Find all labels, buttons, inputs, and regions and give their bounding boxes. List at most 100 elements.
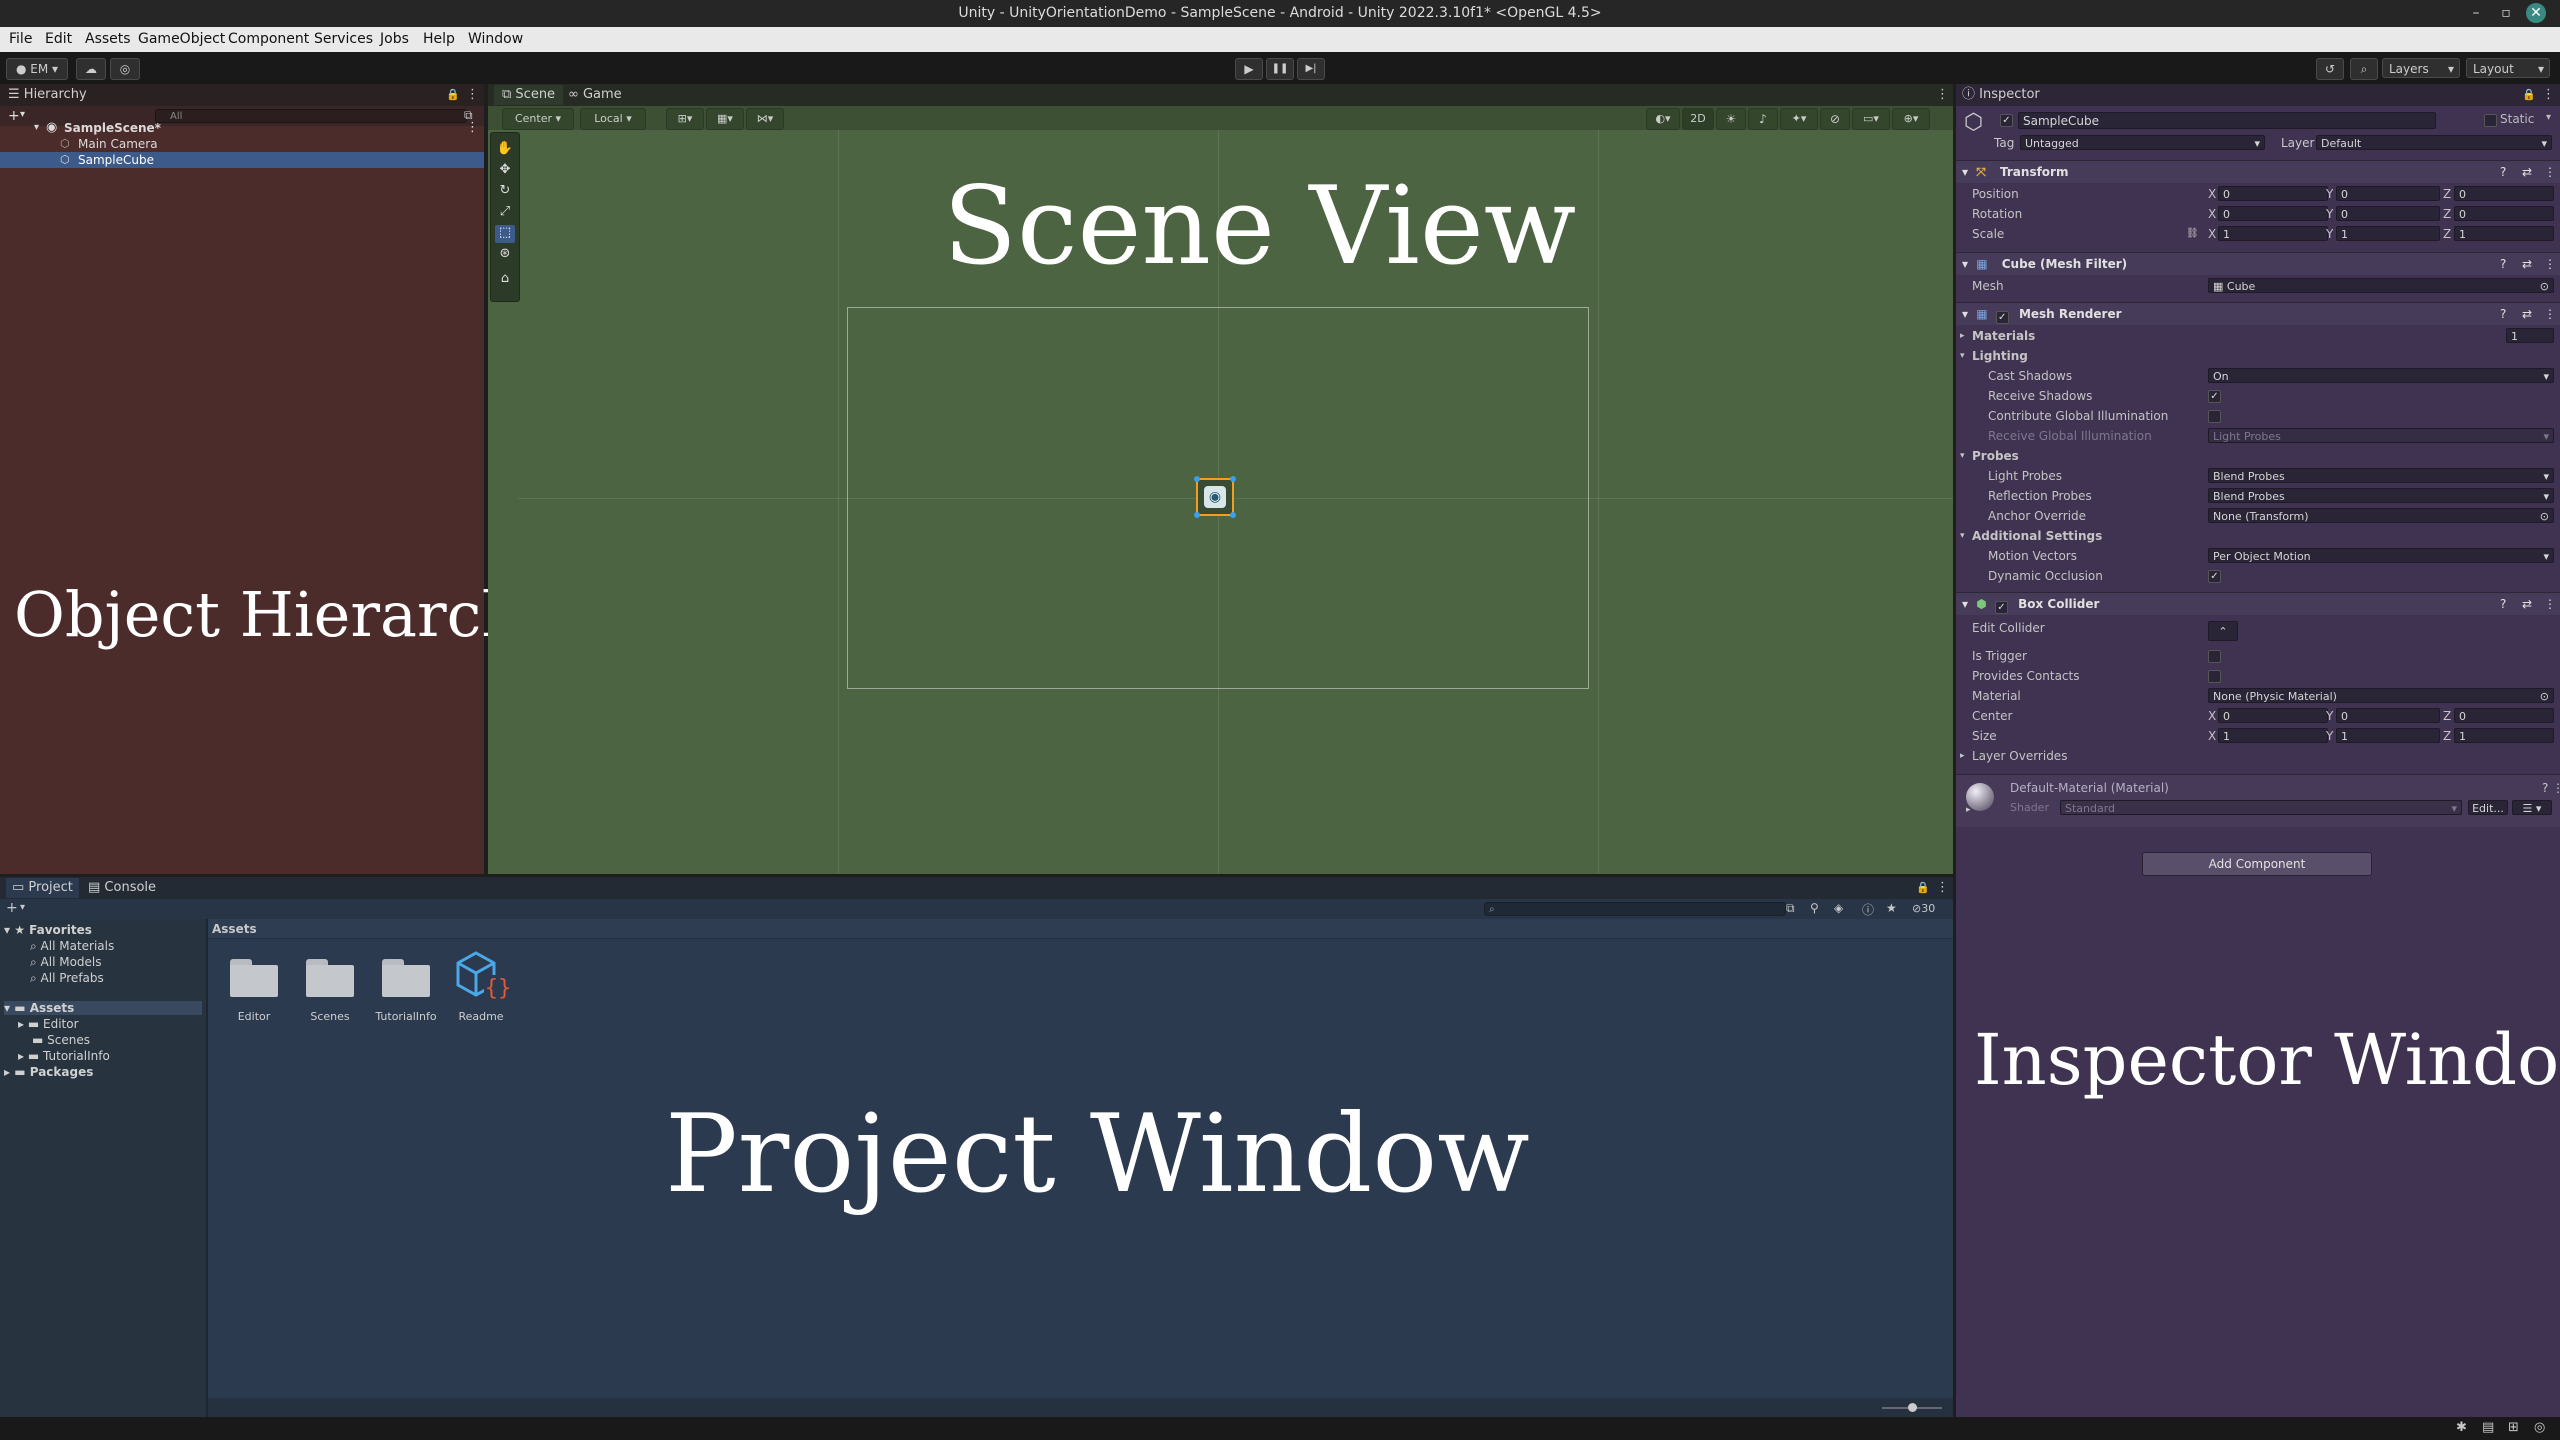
- camera-settings-icon[interactable]: ▭▾: [1852, 108, 1890, 130]
- tab-console[interactable]: ▤ Console: [88, 878, 156, 898]
- tag-dropdown[interactable]: Untagged ▾: [2020, 135, 2265, 150]
- add-component-button[interactable]: Add Component: [2142, 852, 2372, 876]
- component-menu-icon[interactable]: ⋮: [2552, 781, 2560, 795]
- rect-tool-icon[interactable]: ⬚: [495, 225, 515, 243]
- close-button[interactable]: ✕: [2526, 3, 2546, 23]
- account-button[interactable]: ● EM ▾: [6, 58, 68, 80]
- anchor-override-field[interactable]: None (Transform) ⊙: [2208, 508, 2554, 523]
- rect-handle[interactable]: [1230, 476, 1236, 482]
- box-collider-enabled-checkbox[interactable]: ✓: [1994, 601, 2008, 614]
- menu-component[interactable]: Component: [228, 31, 309, 47]
- scene-menu-icon[interactable]: ⋮: [466, 120, 479, 136]
- folder-icon[interactable]: [382, 955, 430, 997]
- mesh-field[interactable]: ▦ Cube ⊙: [2208, 278, 2554, 293]
- scale-x-field[interactable]: 1: [2218, 226, 2328, 241]
- kebab-menu-icon[interactable]: ⋮: [2542, 85, 2555, 105]
- component-menu-icon[interactable]: ⋮: [2544, 593, 2556, 615]
- minimize-button[interactable]: –: [2466, 3, 2486, 23]
- chevron-down-icon[interactable]: ▾: [2546, 112, 2551, 123]
- bug-icon[interactable]: ✱: [2456, 1420, 2467, 1435]
- toggle-2d-button[interactable]: 2D: [1682, 108, 1714, 130]
- shader-list-icon[interactable]: ☰ ▾: [2512, 800, 2552, 815]
- is-trigger-checkbox[interactable]: [2208, 650, 2221, 663]
- rotation-z-field[interactable]: 0: [2454, 206, 2554, 221]
- position-z-field[interactable]: 0: [2454, 186, 2554, 201]
- rotation-x-field[interactable]: 0: [2218, 206, 2328, 221]
- object-name-field[interactable]: SampleCube: [2018, 112, 2436, 129]
- pause-button[interactable]: ❚❚: [1266, 58, 1294, 80]
- axis-y-label[interactable]: Y: [2326, 184, 2333, 204]
- size-x-field[interactable]: 1: [2218, 728, 2328, 743]
- lighting-icon[interactable]: ☀: [1716, 108, 1746, 130]
- layers-dropdown[interactable]: Layers ▾: [2382, 58, 2460, 78]
- chevron-right-icon[interactable]: ▸: [1966, 805, 1971, 815]
- component-menu-icon[interactable]: ⋮: [2544, 253, 2556, 275]
- kebab-menu-icon[interactable]: ⋮: [466, 85, 479, 105]
- rect-handle[interactable]: [1194, 476, 1200, 482]
- favorite-star-icon[interactable]: ★: [1886, 901, 1897, 915]
- axis-y-label[interactable]: Y: [2326, 224, 2333, 244]
- static-checkbox[interactable]: [2484, 114, 2497, 127]
- pivot-dropdown[interactable]: Center ▾: [502, 108, 574, 130]
- folder-icon[interactable]: [306, 955, 354, 997]
- axis-z-label[interactable]: Z: [2443, 184, 2451, 204]
- scale-tool-icon[interactable]: ⤢: [495, 204, 515, 222]
- preset-icon[interactable]: ⇄: [2522, 161, 2532, 183]
- link-icon[interactable]: ⛓: [2186, 224, 2199, 244]
- size-z-field[interactable]: 1: [2454, 728, 2554, 743]
- menu-window[interactable]: Window: [468, 31, 523, 47]
- samplecube-gizmo[interactable]: ◉: [1194, 476, 1236, 518]
- center-y-field[interactable]: 0: [2336, 708, 2440, 723]
- lock-icon[interactable]: 🔒: [1916, 878, 1930, 898]
- tab-game[interactable]: ∞ Game: [568, 85, 622, 105]
- space-dropdown[interactable]: Local ▾: [580, 108, 646, 130]
- hand-tool-icon[interactable]: ✋: [495, 141, 515, 159]
- axis-z-label[interactable]: Z: [2443, 706, 2451, 726]
- tab-hierarchy[interactable]: ☰ Hierarchy: [8, 85, 87, 105]
- axis-x-label[interactable]: X: [2208, 706, 2216, 726]
- search-by-type-icon[interactable]: ⧉: [1786, 901, 1795, 916]
- search-by-label-icon[interactable]: ⚲: [1810, 901, 1819, 915]
- reflection-probes-dropdown[interactable]: Blend Probes ▾: [2208, 488, 2554, 503]
- hidden-packages-toggle[interactable]: ⊘30: [1912, 902, 1935, 915]
- box-collider-component-header[interactable]: ▾ ⬢ ✓ Box Collider ? ⇄ ⋮: [1956, 592, 2560, 615]
- help-icon[interactable]: ?: [2500, 593, 2506, 615]
- search-icon[interactable]: ⌕: [2350, 58, 2378, 80]
- preset-icon[interactable]: ⇄: [2522, 593, 2532, 615]
- history-icon[interactable]: ↺: [2316, 58, 2344, 80]
- position-y-field[interactable]: 0: [2336, 186, 2440, 201]
- favorites-node[interactable]: ▾ ★ Favorites: [4, 923, 92, 937]
- tab-project[interactable]: ▭ Project: [6, 878, 79, 898]
- axis-x-label[interactable]: X: [2208, 204, 2216, 224]
- packages-node[interactable]: ▸ ▬ Packages: [4, 1065, 93, 1079]
- lighting-row[interactable]: ▾ Lighting: [1956, 346, 2560, 366]
- kebab-menu-icon[interactable]: ⋮: [1936, 878, 1949, 898]
- provides-contacts-checkbox[interactable]: [2208, 670, 2221, 683]
- help-icon[interactable]: ?: [2500, 161, 2506, 183]
- folder-editor[interactable]: ▸ ▬ Editor: [18, 1017, 79, 1031]
- receive-shadows-checkbox[interactable]: ✓: [2208, 390, 2221, 403]
- scale-z-field[interactable]: 1: [2454, 226, 2554, 241]
- folder-tutorialinfo[interactable]: ▸ ▬ TutorialInfo: [18, 1049, 110, 1063]
- auto-generate-lighting-icon[interactable]: ◎: [2534, 1420, 2545, 1435]
- materials-row[interactable]: ▸ Materials 1: [1956, 326, 2560, 346]
- hierarchy-item-main-camera[interactable]: ⬡ Main Camera: [0, 136, 484, 152]
- menu-assets[interactable]: Assets: [85, 31, 131, 47]
- tab-scene[interactable]: ⧉ Scene: [494, 85, 564, 105]
- move-tool-icon[interactable]: ✥: [495, 162, 515, 180]
- axis-x-label[interactable]: X: [2208, 224, 2216, 244]
- gizmos-icon[interactable]: ⊕▾: [1892, 108, 1930, 130]
- preset-icon[interactable]: ⇄: [2522, 303, 2532, 325]
- edit-collider-button[interactable]: ⌃: [2208, 621, 2238, 641]
- icon-size-slider-handle[interactable]: [1908, 1403, 1917, 1412]
- collab-icon[interactable]: ◎: [110, 58, 140, 80]
- menu-help[interactable]: Help: [423, 31, 455, 47]
- shader-dropdown[interactable]: Standard ▾: [2060, 800, 2462, 815]
- scale-y-field[interactable]: 1: [2336, 226, 2440, 241]
- mesh-renderer-enabled-checkbox[interactable]: ✓: [1995, 311, 2009, 324]
- shading-mode-icon[interactable]: ◐▾: [1646, 108, 1680, 130]
- axis-x-label[interactable]: X: [2208, 184, 2216, 204]
- size-y-field[interactable]: 1: [2336, 728, 2440, 743]
- mesh-renderer-component-header[interactable]: ▾ ▦ ✓ Mesh Renderer ? ⇄ ⋮: [1956, 302, 2560, 325]
- lock-icon[interactable]: 🔒: [2522, 85, 2536, 105]
